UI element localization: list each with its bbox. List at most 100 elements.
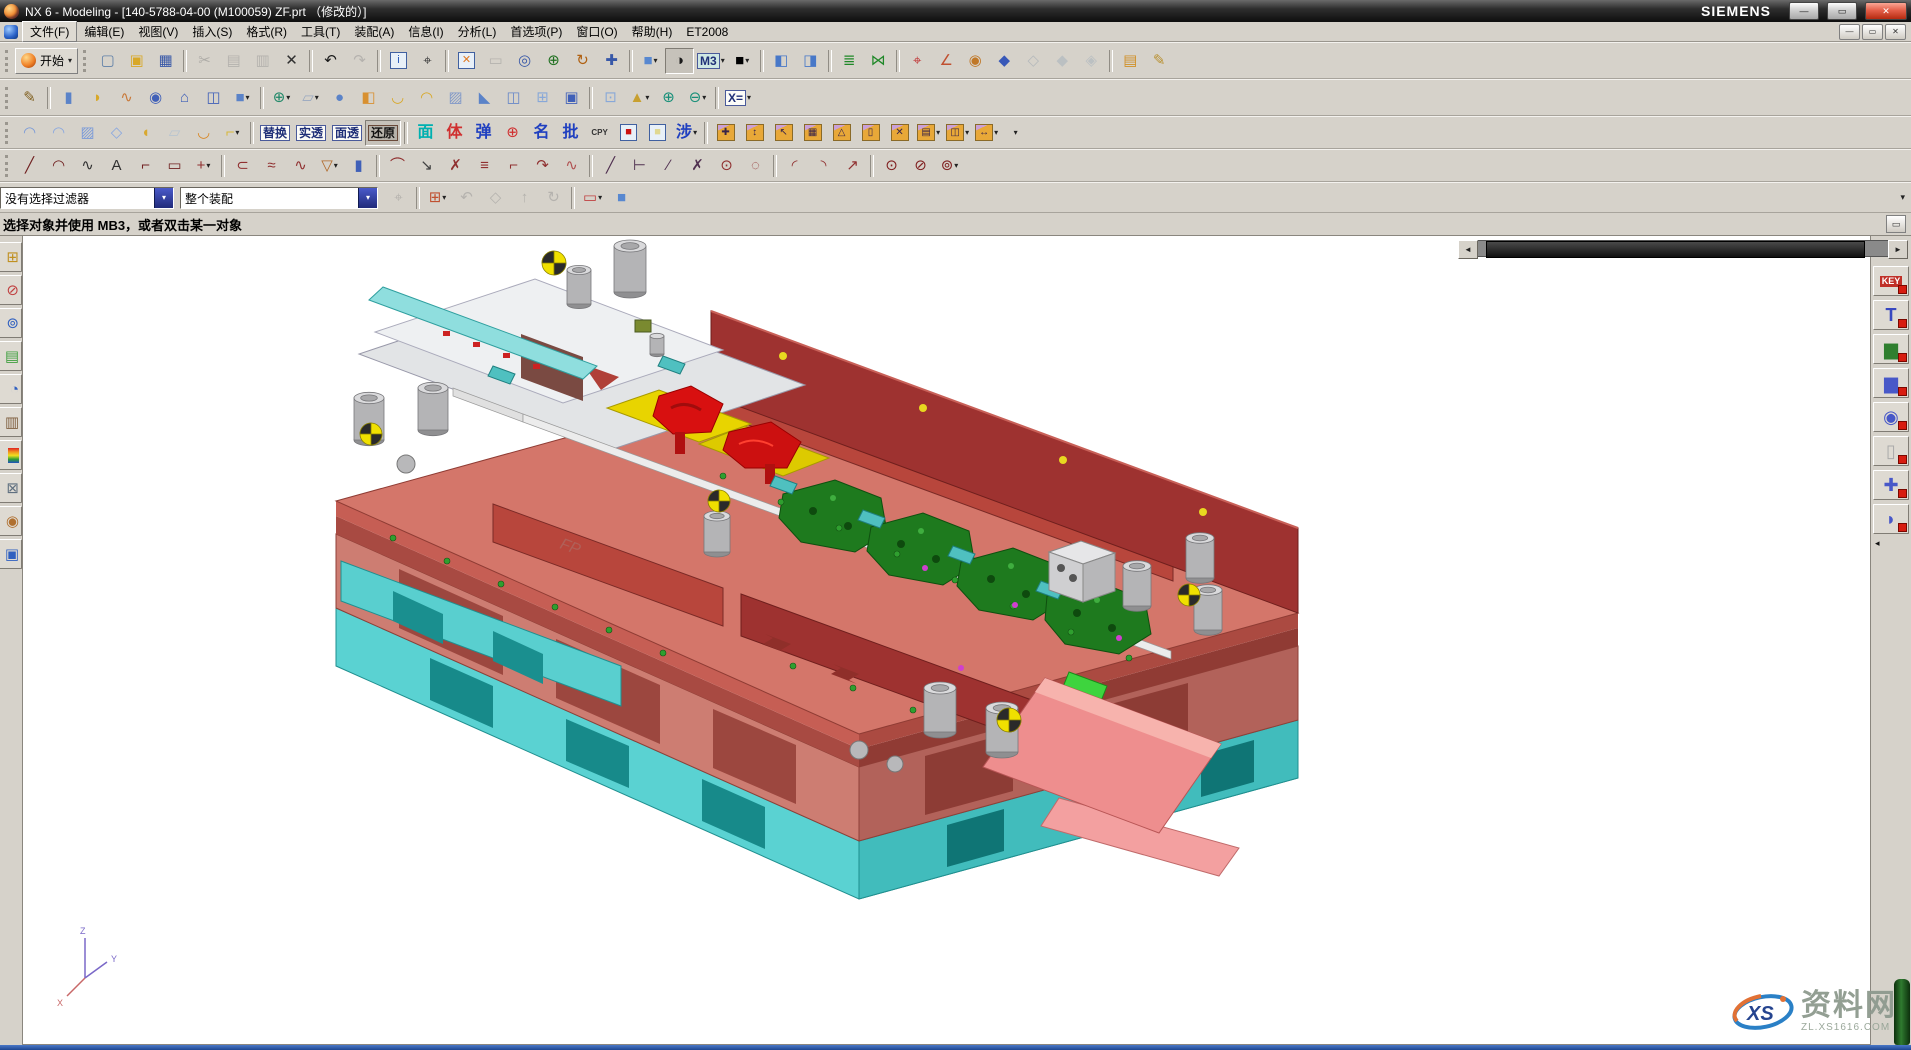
menu-item-8[interactable]: 分析(L) (451, 22, 504, 41)
menu-item-7[interactable]: 信息(I) (401, 22, 450, 41)
start-button[interactable]: 开始▾ (15, 48, 78, 74)
punch-library-icon[interactable]: T (1873, 300, 1909, 330)
scrollbar-track[interactable] (1478, 240, 1888, 257)
menu-item-4[interactable]: 格式(R) (239, 22, 294, 41)
edge-blend-icon[interactable]: ◡ (383, 85, 412, 111)
datum-plane-icon[interactable]: ▱▾ (296, 85, 325, 111)
delete-component-icon[interactable]: ✕ (885, 120, 914, 146)
unite-icon[interactable]: ⊕ (654, 85, 683, 111)
snap-point-icon[interactable]: ⊞▾ (423, 185, 452, 211)
users-tab[interactable]: ◉ (0, 506, 22, 536)
scroll-right-arrow[interactable]: ► (1888, 240, 1908, 259)
materials-tab[interactable]: ▥ (0, 407, 22, 437)
bridge-curve-icon[interactable]: ≈ (257, 153, 286, 179)
bounded-plane-icon[interactable]: ⊡ (596, 85, 625, 111)
zoom-in-out-icon[interactable]: ⊕ (539, 48, 568, 74)
four-point-surface-icon[interactable]: ◠ (15, 120, 44, 146)
hole-icon[interactable]: ◉ (141, 85, 170, 111)
measure-distance-icon[interactable]: ▤ (1116, 48, 1145, 74)
lifter-library-icon[interactable]: ▯ (1873, 436, 1909, 466)
scroll-left-arrow[interactable]: ◄ (1458, 240, 1478, 259)
toolbar-grip[interactable] (5, 122, 12, 144)
funnel-icon[interactable]: ▽▾ (315, 153, 344, 179)
close-button[interactable]: ✕ (1865, 2, 1907, 20)
chevron-down-icon[interactable]: ▾ (358, 188, 377, 208)
menu-item-6[interactable]: 装配(A) (347, 22, 401, 41)
trim-corner-icon[interactable]: ◜ (780, 153, 809, 179)
move-component-icon[interactable]: ✚ (711, 120, 740, 146)
through-curves-icon[interactable]: ◫ (499, 85, 528, 111)
simplify-curve-icon[interactable]: ∿ (286, 153, 315, 179)
edit-line-icon[interactable]: ╱ (596, 153, 625, 179)
shaded-view-icon[interactable]: ■▾ (636, 48, 665, 74)
ruled-icon[interactable]: ▨ (441, 85, 470, 111)
dot-circle-icon[interactable]: ⊙ (712, 153, 741, 179)
interference-char-icon[interactable]: 涉▾ (672, 120, 701, 146)
boss-icon[interactable]: ⌂ (170, 85, 199, 111)
menu-item-11[interactable]: 帮助(H) (625, 22, 680, 41)
extract-curve-icon[interactable]: ⌐ (499, 153, 528, 179)
wcs-display-icon[interactable]: ⌖ (903, 48, 932, 74)
history-tab[interactable]: ◔ (0, 374, 22, 404)
arc-icon[interactable]: ◠ (44, 153, 73, 179)
flange-icon[interactable]: ⌐▾ (218, 120, 247, 146)
maximize-button[interactable]: ▭ (1827, 2, 1857, 20)
section-surface-icon[interactable]: ▨ (73, 120, 102, 146)
body-char-icon[interactable]: 体 (440, 120, 469, 146)
more-assembly-tools[interactable]: ▾ (1001, 120, 1030, 146)
restore-window-icon[interactable]: ▭ (1886, 215, 1906, 233)
sketch-icon[interactable]: ✎ (15, 85, 44, 111)
face-translucency-button[interactable]: 面透 (329, 120, 365, 146)
thicken-icon[interactable]: ◣ (470, 85, 499, 111)
circle-icon[interactable]: ⊙ (877, 153, 906, 179)
operation-navigator-tab[interactable]: ▤ (0, 341, 22, 371)
select-component-icon[interactable]: ↖ (769, 120, 798, 146)
red-solid-icon[interactable]: ■ (614, 120, 643, 146)
window-tab[interactable]: ▣ (0, 539, 22, 569)
solid-cube-icon[interactable]: ■ (607, 185, 636, 211)
section-curve-icon[interactable]: ≡ (470, 153, 499, 179)
measure-angle-icon[interactable]: ✎ (1145, 48, 1174, 74)
selection-filter-dropdown[interactable]: 没有选择过滤器 ▾ (0, 187, 174, 209)
render-style-icon[interactable]: ◑ (665, 48, 694, 74)
toolbar-grip[interactable] (5, 155, 12, 177)
menu-item-3[interactable]: 插入(S) (185, 22, 239, 41)
yellow-solid-icon[interactable]: ■ (643, 120, 672, 146)
assembly-navigator-tab[interactable]: ⊞ (0, 242, 22, 272)
point2-icon[interactable]: +▾ (189, 153, 218, 179)
show-hide-component-icon[interactable]: ◫▾ (943, 120, 972, 146)
open-icon[interactable]: ▣ (122, 48, 151, 74)
spring-char-icon[interactable]: 弹 (469, 120, 498, 146)
pocket-icon[interactable]: ◫ (199, 85, 228, 111)
menu-item-9[interactable]: 首选项(P) (503, 22, 569, 41)
die-insert-library-icon[interactable]: ▆ (1873, 334, 1909, 364)
wave-curve-icon[interactable]: ∿ (557, 153, 586, 179)
bracket-library-icon[interactable]: ◉ (1873, 402, 1909, 432)
rotate-component-icon[interactable]: ↕ (740, 120, 769, 146)
half-tube-icon[interactable]: ◖ (131, 120, 160, 146)
dash-circle-icon[interactable]: ◌ (741, 153, 770, 179)
rectangle-icon[interactable]: ▭ (160, 153, 189, 179)
sweep-icon[interactable]: ∿ (112, 85, 141, 111)
fit-view-icon[interactable]: ✕ (452, 48, 481, 74)
copy-layout-icon[interactable]: CPY (585, 120, 614, 146)
revolve-icon[interactable]: ◗ (83, 85, 112, 111)
zoom-icon[interactable]: ◎ (510, 48, 539, 74)
trimmed-sheet-icon[interactable]: ▱ (160, 120, 189, 146)
face-char-icon[interactable]: 面 (411, 120, 440, 146)
cylinder-curve-icon[interactable]: ▮ (344, 153, 373, 179)
pan-view-icon[interactable]: ✚ (597, 48, 626, 74)
undo-icon[interactable]: ↶ (316, 48, 345, 74)
new-part-icon[interactable]: ▢ (93, 48, 122, 74)
expression-button[interactable]: X=▾ (722, 85, 754, 111)
graphics-window[interactable]: FP Z Y X (23, 236, 1870, 1045)
view-sphere-icon[interactable]: ◉ (961, 48, 990, 74)
key-library-icon[interactable]: KEY (1873, 266, 1909, 296)
orient-view-icon[interactable]: ◧ (767, 48, 796, 74)
line-icon[interactable]: ╱ (15, 153, 44, 179)
shell-icon[interactable]: ◧ (354, 85, 383, 111)
stock-guide-box[interactable] (1049, 541, 1115, 602)
info-icon[interactable]: i (384, 48, 413, 74)
chevron-down-icon[interactable]: ▾ (154, 188, 173, 208)
intersect-curve-icon[interactable]: ✗ (441, 153, 470, 179)
